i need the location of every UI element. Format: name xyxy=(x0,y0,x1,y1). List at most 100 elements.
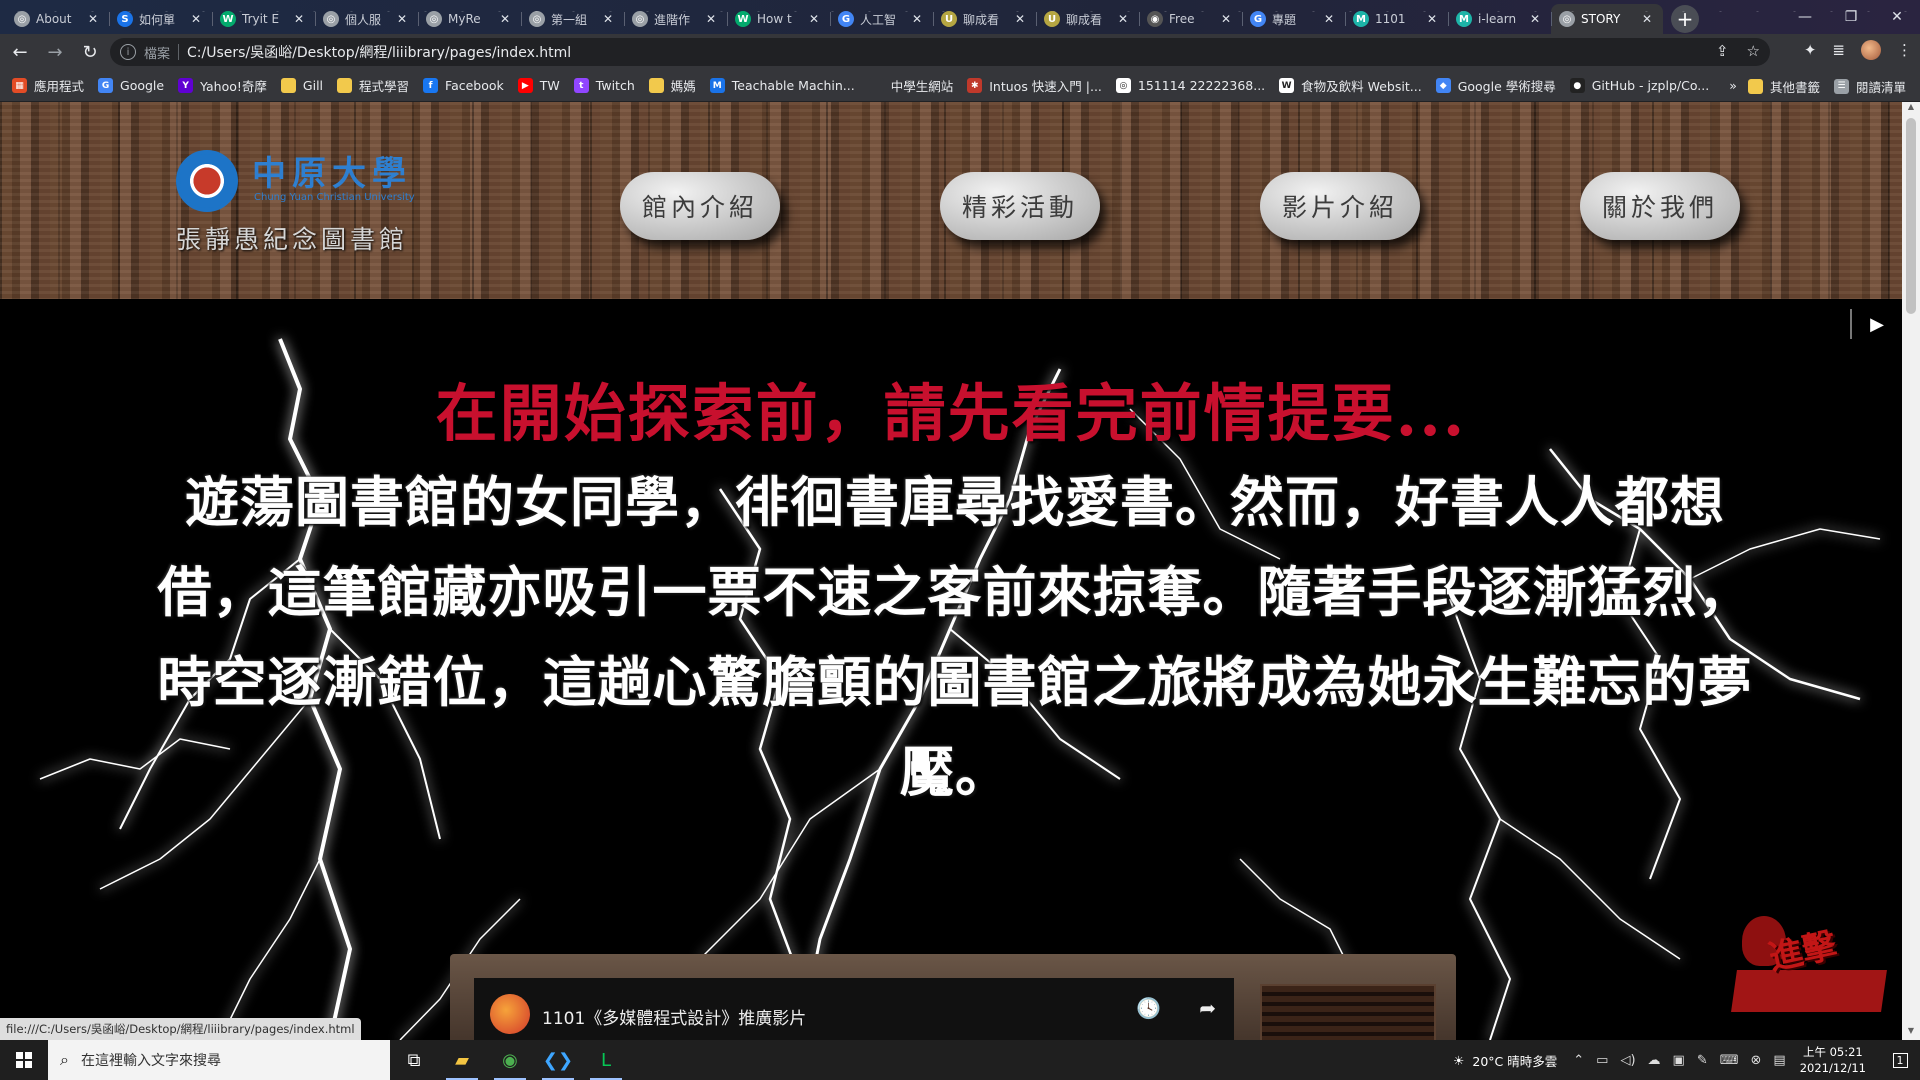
media-control-icon[interactable]: ≣ xyxy=(1832,41,1845,59)
bookmark-item[interactable]: Gill xyxy=(280,78,323,93)
share-icon[interactable]: ⇪ xyxy=(1716,42,1729,60)
keyboard-icon[interactable]: ⌨ xyxy=(1720,1053,1739,1068)
nav-videos[interactable]: 影片介紹 xyxy=(1260,172,1420,240)
channel-avatar[interactable] xyxy=(490,994,530,1034)
browser-tab[interactable]: ◎ 個人服 ✕ xyxy=(315,4,418,34)
browser-tab[interactable]: ◎ 第一組 ✕ xyxy=(521,4,624,34)
close-tab-icon[interactable]: ✕ xyxy=(909,12,925,26)
start-button[interactable] xyxy=(0,1040,48,1080)
task-view-icon[interactable]: ⧉ xyxy=(390,1040,438,1080)
bookmark-item[interactable]: M Teachable Machin... xyxy=(709,78,855,93)
file-explorer-icon[interactable]: ▰ xyxy=(438,1040,486,1080)
minimize-button[interactable]: — xyxy=(1782,0,1828,34)
bookmark-item[interactable]: ◆ Google 學術搜尋 xyxy=(1435,76,1556,95)
browser-tab[interactable]: ◎ 進階作 ✕ xyxy=(624,4,727,34)
close-tab-icon[interactable]: ✕ xyxy=(1321,12,1337,26)
close-window-button[interactable]: ✕ xyxy=(1874,0,1920,34)
bookmark-item[interactable]: 中學生網站 xyxy=(868,76,953,95)
nav-library-intro[interactable]: 館內介紹 xyxy=(620,172,780,240)
onedrive-icon[interactable]: ☁ xyxy=(1648,1053,1661,1068)
back-icon[interactable]: ← xyxy=(5,37,35,67)
watch-later-icon[interactable]: 🕓 xyxy=(1136,996,1161,1020)
browser-tab[interactable]: ◉ Free ✕ xyxy=(1139,4,1242,34)
close-tab-icon[interactable]: ✕ xyxy=(1639,12,1655,26)
site-info-icon[interactable]: i xyxy=(120,44,136,60)
browser-tab[interactable]: U 聊成看 ✕ xyxy=(1036,4,1139,34)
language-icon[interactable]: ▤ xyxy=(1773,1053,1785,1068)
chrome-icon[interactable]: ◉ xyxy=(486,1040,534,1080)
bookmark-item[interactable]: G Google xyxy=(98,78,164,93)
close-tab-icon[interactable]: ✕ xyxy=(1115,12,1131,26)
close-tab-icon[interactable]: ✕ xyxy=(1527,12,1543,26)
browser-tab[interactable]: G 專題 ✕ xyxy=(1242,4,1345,34)
volume-icon[interactable]: ◁) xyxy=(1620,1053,1635,1068)
close-tab-icon[interactable]: ✕ xyxy=(600,12,616,26)
bookmark-item[interactable]: ✱ Intuos 快速入門 |... xyxy=(967,76,1102,95)
bookmarks-more-icon[interactable]: » xyxy=(1729,78,1737,93)
extensions-icon[interactable]: ✦ xyxy=(1804,41,1817,59)
bookmark-item[interactable]: ☰ 閱讀清單 xyxy=(1833,77,1906,96)
bookmark-item[interactable]: t Twitch xyxy=(573,78,635,93)
pen-icon[interactable]: ✎ xyxy=(1697,1053,1708,1068)
bookmark-item[interactable]: 其他書籤 xyxy=(1747,77,1820,96)
vertical-scrollbar[interactable]: ▲ ▼ xyxy=(1902,102,1920,1040)
close-tab-icon[interactable]: ✕ xyxy=(85,12,101,26)
browser-tab[interactable]: G 人工智 ✕ xyxy=(830,4,933,34)
weather-widget[interactable]: ☀ 20°C 晴時多雲 xyxy=(1453,1051,1557,1070)
chevron-up-icon[interactable]: ⌃ xyxy=(1573,1053,1584,1068)
close-tab-icon[interactable]: ✕ xyxy=(1424,12,1440,26)
scroll-thumb[interactable] xyxy=(1906,118,1916,314)
nav-about-us[interactable]: 關於我們 xyxy=(1580,172,1740,240)
forward-icon[interactable]: → xyxy=(40,37,70,67)
address-bar[interactable]: i 檔案 C:/Users/吳函峪/Desktop/網程/liiibrary/p… xyxy=(110,38,1770,66)
close-tab-icon[interactable]: ✕ xyxy=(394,12,410,26)
new-tab-button[interactable]: + xyxy=(1671,5,1699,33)
battery-icon[interactable]: ▭ xyxy=(1596,1053,1608,1068)
bookmark-item[interactable]: ● GitHub - jzplp/Co... xyxy=(1569,78,1709,93)
bookmark-item[interactable]: 程式學習 xyxy=(337,76,409,95)
browser-tab[interactable]: W Tryit E ✕ xyxy=(212,4,315,34)
scroll-down-icon[interactable]: ▼ xyxy=(1902,1026,1920,1040)
browser-tab[interactable]: Mi-learn ✕ xyxy=(1448,4,1551,34)
bookmark-star-icon[interactable]: ☆ xyxy=(1747,42,1760,60)
close-tab-icon[interactable]: ✕ xyxy=(806,12,822,26)
close-tab-icon[interactable]: ✕ xyxy=(291,12,307,26)
taskbar-search[interactable]: ⌕ 在這裡輸入文字來搜尋 xyxy=(48,1040,390,1080)
bookmark-item[interactable]: Y Yahoo!奇摩 xyxy=(178,76,267,95)
close-tab-icon[interactable]: ✕ xyxy=(703,12,719,26)
restore-button[interactable]: ❐ xyxy=(1828,0,1874,34)
menu-icon[interactable]: ⋮ xyxy=(1897,41,1912,59)
scroll-up-icon[interactable]: ▲ xyxy=(1902,102,1920,116)
notifications-icon[interactable]: 1 xyxy=(1880,1040,1920,1080)
play-icon[interactable]: ▶ xyxy=(1870,314,1884,335)
share-icon[interactable]: ➦ xyxy=(1199,996,1216,1020)
browser-tab[interactable]: ◎ STORY ✕ xyxy=(1551,4,1663,34)
bookmark-item[interactable]: f Facebook xyxy=(423,78,504,93)
vscode-icon[interactable]: ❮❯ xyxy=(534,1040,582,1080)
video-title[interactable]: 1101《多媒體程式設計》推廣影片 xyxy=(542,1004,806,1029)
browser-tab[interactable]: W How t ✕ xyxy=(727,4,830,34)
bookmark-item[interactable]: 媽媽 xyxy=(648,76,696,95)
bookmark-item[interactable]: ▦ 應用程式 xyxy=(12,76,84,95)
url-text[interactable]: C:/Users/吳函峪/Desktop/網程/liiibrary/pages/… xyxy=(187,42,571,62)
video-embed[interactable]: 1101《多媒體程式設計》推廣影片 🕓 ➦ xyxy=(474,978,1234,1040)
browser-tab[interactable]: U 聊成看 ✕ xyxy=(933,4,1036,34)
bookmark-item[interactable]: ▶ TW xyxy=(517,78,560,93)
reload-icon[interactable]: ↻ xyxy=(75,37,105,67)
network-icon[interactable]: ▣ xyxy=(1673,1053,1685,1068)
browser-tab[interactable]: ◎ MyRe ✕ xyxy=(418,4,521,34)
profile-avatar[interactable] xyxy=(1861,40,1881,60)
browser-tab[interactable]: M 1101 ✕ xyxy=(1345,4,1448,34)
ime-icon[interactable]: ⊗ xyxy=(1751,1053,1762,1068)
close-tab-icon[interactable]: ✕ xyxy=(497,12,513,26)
nav-activities[interactable]: 精彩活動 xyxy=(940,172,1100,240)
close-tab-icon[interactable]: ✕ xyxy=(1012,12,1028,26)
close-tab-icon[interactable]: ✕ xyxy=(1218,12,1234,26)
close-tab-icon[interactable]: ✕ xyxy=(188,12,204,26)
bookmark-item[interactable]: ◎ 151114 22222368... xyxy=(1115,78,1265,93)
clock[interactable]: 上午 05:21 2021/12/11 xyxy=(1800,1044,1866,1076)
browser-tab[interactable]: S 如何單 ✕ xyxy=(109,4,212,34)
browser-tab[interactable]: ◎ About ✕ xyxy=(6,4,109,34)
university-logo[interactable]: 中原大學 Chung Yuan Christian University 張靜愚… xyxy=(176,142,456,262)
bookmark-item[interactable]: W 食物及飲料 Websit... xyxy=(1279,76,1422,95)
